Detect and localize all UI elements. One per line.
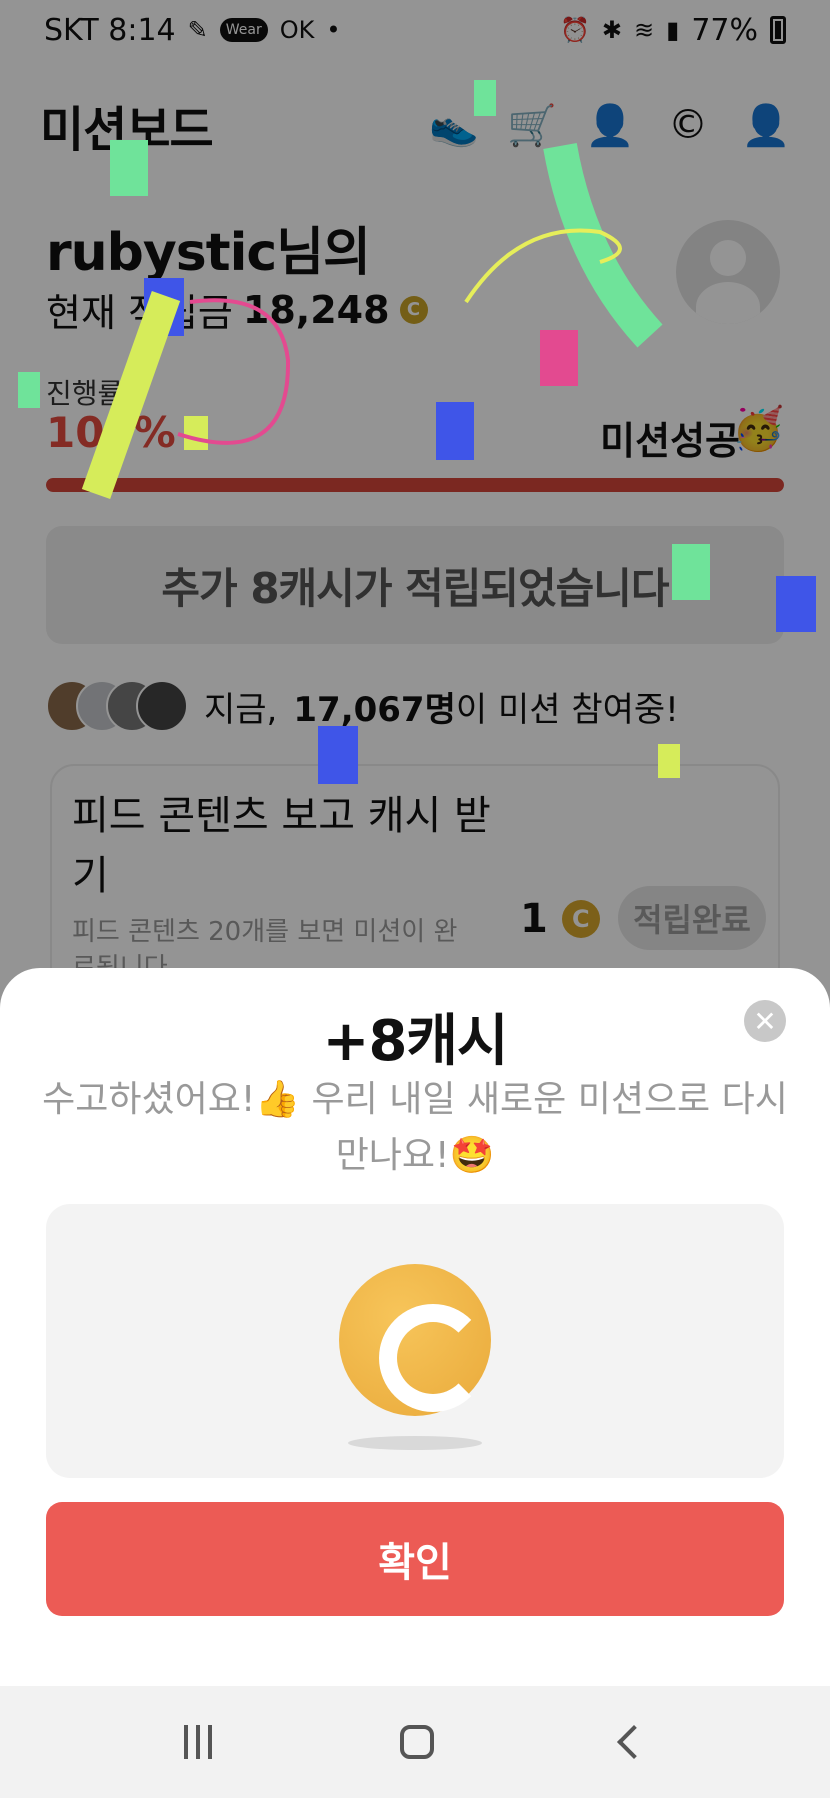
system-nav-bar — [0, 1686, 830, 1798]
confetti-ribbon — [543, 143, 663, 348]
confetti-piece — [184, 416, 208, 450]
recent-apps-icon[interactable] — [184, 1725, 212, 1759]
confetti-piece — [436, 402, 474, 460]
coin-icon — [339, 1264, 491, 1416]
confetti-piece — [18, 372, 40, 408]
confetti-decoration — [18, 80, 816, 784]
back-icon[interactable] — [617, 1725, 651, 1759]
close-icon: ✕ — [753, 1004, 777, 1038]
sheet-title: +8캐시 — [322, 1009, 509, 1074]
confetti-piece — [110, 140, 148, 196]
confetti-piece — [318, 726, 358, 784]
confetti-ribbon — [81, 291, 181, 499]
reward-illustration-box — [46, 1204, 784, 1478]
confetti-piece — [658, 744, 680, 778]
confetti-piece — [474, 80, 496, 116]
sheet-message: 수고하셨어요!👍 우리 내일 새로운 미션으로 다시 만나요!🤩 — [42, 1079, 788, 1176]
confirm-button[interactable]: 확인 — [46, 1502, 784, 1616]
reward-bottom-sheet: +8캐시 ✕ 수고하셨어요!👍 우리 내일 새로운 미션으로 다시 만나요!🤩 … — [0, 968, 830, 1686]
confetti-piece — [672, 544, 710, 600]
close-button[interactable]: ✕ — [744, 1000, 786, 1042]
confetti-piece — [776, 576, 816, 632]
confetti-piece — [540, 330, 578, 386]
home-icon[interactable] — [400, 1725, 434, 1759]
coin-shadow — [348, 1436, 482, 1450]
